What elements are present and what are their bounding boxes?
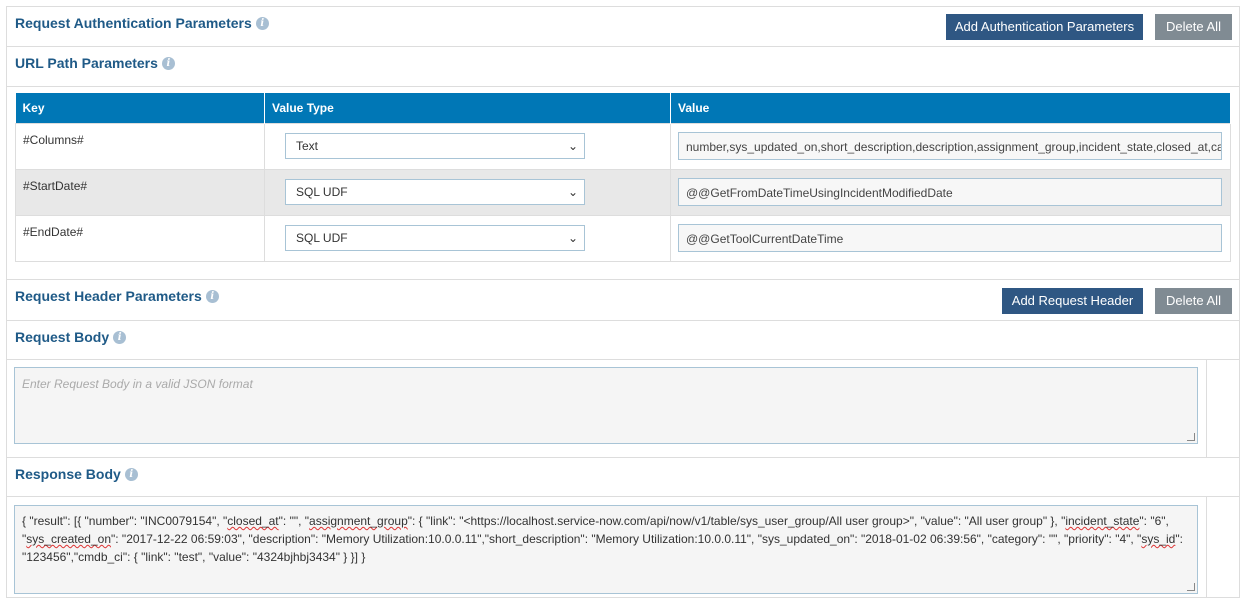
url-path-table: Key Value Type Value #Columns# Text ⌄ num… [15, 93, 1231, 262]
add-auth-params-button[interactable]: Add Authentication Parameters [946, 14, 1143, 40]
response-text: ": "", " [278, 514, 310, 528]
request-body-textarea[interactable]: Enter Request Body in a valid JSON forma… [14, 367, 1198, 444]
response-text: sys_id [1141, 532, 1176, 546]
divider [6, 86, 1240, 87]
col-value-type: Value Type [264, 93, 671, 123]
row-key: #Columns# [15, 122, 265, 170]
url-path-title: URL Path Parameters i [15, 55, 175, 71]
url-path-section: URL Path Parameters i [6, 46, 1240, 86]
response-body-textarea[interactable]: { "result": [{ "number": "INC0079154", "… [14, 505, 1198, 594]
response-text: ": { "link": "<https://localhost.service… [407, 514, 1066, 528]
request-body-title-text: Request Body [15, 329, 110, 345]
column-divider [1206, 497, 1207, 598]
select-value: Text [296, 138, 319, 153]
delete-all-auth-button[interactable]: Delete All [1155, 14, 1232, 40]
header-title: Request Header Parameters i [15, 288, 219, 304]
value-input[interactable]: @@GetToolCurrentDateTime [678, 223, 1222, 252]
info-icon[interactable]: i [205, 289, 219, 303]
table-row: #EndDate# SQL UDF ⌄ @@GetToolCurrentDateT… [15, 214, 1231, 262]
request-body-section: Request Body i [6, 320, 1240, 360]
header-section: Request Header Parameters i Add Request H… [6, 279, 1240, 320]
response-body-title: Response Body i [15, 466, 138, 482]
info-icon[interactable]: i [255, 16, 269, 30]
chevron-down-icon: ⌄ [567, 230, 578, 245]
auth-title-text: Request Authentication Parameters [15, 15, 252, 31]
resize-handle[interactable] [1187, 583, 1195, 591]
divider [6, 496, 1240, 497]
row-key: #EndDate# [15, 214, 265, 262]
response-text: ": "2017-12-22 06:59:03", "description":… [111, 532, 1142, 546]
select-value: SQL UDF [296, 230, 348, 245]
table-row: #StartDate# SQL UDF ⌄ @@GetFromDateTimeUs… [15, 168, 1231, 216]
response-body-section: Response Body i [6, 457, 1240, 497]
row-key: #StartDate# [15, 168, 265, 216]
add-request-header-button[interactable]: Add Request Header [1002, 288, 1143, 314]
auth-title: Request Authentication Parameters i [15, 15, 269, 31]
response-text: incident_state [1065, 514, 1140, 528]
response-text: sys_created_on [26, 532, 111, 546]
response-text: assignment_group [309, 514, 408, 528]
auth-section: Request Authentication Parameters i Add A… [6, 6, 1240, 46]
value-type-select[interactable]: SQL UDF ⌄ [285, 178, 585, 205]
response-text: closed_at [227, 514, 279, 528]
url-path-title-text: URL Path Parameters [15, 55, 158, 71]
info-icon[interactable]: i [124, 467, 138, 481]
column-divider [1206, 360, 1207, 457]
value-type-select[interactable]: Text ⌄ [285, 132, 585, 159]
col-key: Key [15, 93, 265, 123]
chevron-down-icon: ⌄ [567, 138, 578, 153]
info-icon[interactable]: i [113, 330, 127, 344]
table-row: #Columns# Text ⌄ number,sys_updated_on,sh… [15, 122, 1231, 170]
value-input[interactable]: number,sys_updated_on,short_description,… [678, 131, 1222, 160]
header-title-text: Request Header Parameters [15, 288, 202, 304]
response-body-title-text: Response Body [15, 466, 121, 482]
resize-handle[interactable] [1187, 433, 1195, 441]
col-value: Value [670, 93, 1231, 123]
value-input[interactable]: @@GetFromDateTimeUsingIncidentModifiedDa… [678, 177, 1222, 206]
response-text: { "result": [{ "number": "INC0079154", " [22, 514, 228, 528]
divider [6, 359, 1240, 360]
info-icon[interactable]: i [161, 56, 175, 70]
chevron-down-icon: ⌄ [567, 184, 578, 199]
table-header: Key Value Type Value [15, 93, 1231, 123]
delete-all-header-button[interactable]: Delete All [1155, 288, 1232, 314]
value-type-select[interactable]: SQL UDF ⌄ [285, 224, 585, 251]
request-body-placeholder: Enter Request Body in a valid JSON forma… [22, 377, 253, 391]
request-body-title: Request Body i [15, 329, 127, 345]
select-value: SQL UDF [296, 184, 348, 199]
